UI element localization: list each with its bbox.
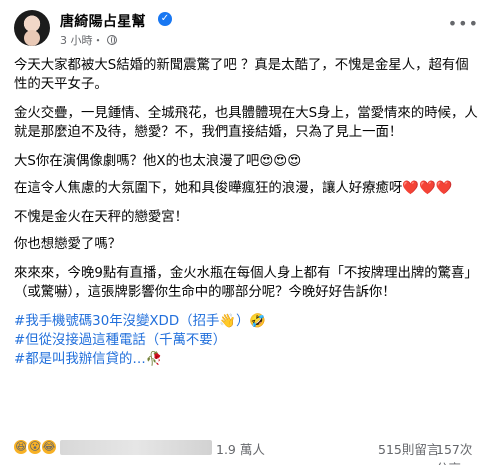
hashtag-list: #我手機號碼30年沒變XDD（招手👋）🤣 #但從沒接過這種電話（千萬不要） #都… [14, 312, 480, 369]
paragraph-5: 不愧是金火在天秤的戀愛宮！ [14, 210, 189, 225]
more-options-icon[interactable]: ••• [448, 14, 479, 33]
post-body: 今天大家都被大S結婚的新聞震驚了吧 ？真是太酷了，不愧是金星人，超有個性的天平女… [14, 56, 480, 369]
heart-eyes-emoji-icon: 😍😍😍 [259, 154, 302, 169]
hashtag-link[interactable]: #但從沒接過這種電話（千萬不要） [14, 331, 480, 350]
comment-count[interactable]: 515則留言 [378, 439, 439, 458]
paragraph-3: 大S你在演偶像劇嗎？他X的也太浪漫了吧😍😍😍 [14, 152, 480, 171]
reaction-count[interactable]: 1.9 萬人 [216, 439, 265, 458]
facebook-post-card: 唐綺陽占星幫 ✓ 3 小時・ ••• 今天大家都被大S結婚的新聞震驚了吧 ？真是… [0, 0, 491, 465]
author-avatar[interactable] [14, 10, 50, 46]
post-header: 唐綺陽占星幫 ✓ 3 小時・ ••• [14, 10, 481, 50]
paragraph-2: 金火交疊，一見鍾情、全城飛花，也具體體現在大S身上，當愛情來的時候，人就是那麼迫… [14, 106, 478, 140]
red-heart-emoji-icon: ❤️❤️❤️ [402, 181, 453, 196]
hashtag-link[interactable]: #我手機號碼30年沒變XDD（招手👋）🤣 [14, 312, 480, 331]
paragraph-4-text: 在這令人焦慮的大氛圍下，她和具俊曄瘋狂的浪漫，讓人好療癒呀 [14, 181, 403, 196]
post-time[interactable]: 3 小時・ [60, 34, 104, 47]
verified-check-icon: ✓ [158, 12, 172, 26]
paragraph-1: 今天大家都被大S結婚的新聞震驚了吧 ？真是太酷了，不愧是金星人，超有個性的天平女… [14, 58, 469, 92]
globe-icon [106, 35, 117, 45]
haha-icon[interactable]: 😂 [40, 438, 58, 456]
blurred-reactors [60, 440, 212, 455]
share-count[interactable]: 157次分享 [436, 439, 482, 465]
post-footer: 😆 😮 😂 1.9 萬人 515則留言 157次分享 [12, 436, 482, 465]
paragraph-7: 來來來，今晚9點有直播，金火水瓶在每個人身上都有「不按牌理出牌的驚喜」（或驚嚇）… [14, 266, 478, 300]
paragraph-6: 你也想戀愛了嗎？ [14, 237, 122, 252]
paragraph-4: 在這令人焦慮的大氛圍下，她和具俊曄瘋狂的浪漫，讓人好療癒呀❤️❤️❤️ [14, 179, 480, 198]
hashtag-link[interactable]: #都是叫我辦信貸的…🥀 [14, 350, 480, 369]
paragraph-3-text: 大S你在演偶像劇嗎？他X的也太浪漫了吧 [14, 154, 260, 169]
author-name[interactable]: 唐綺陽占星幫 [60, 11, 146, 31]
post-meta: 3 小時・ [60, 32, 117, 48]
